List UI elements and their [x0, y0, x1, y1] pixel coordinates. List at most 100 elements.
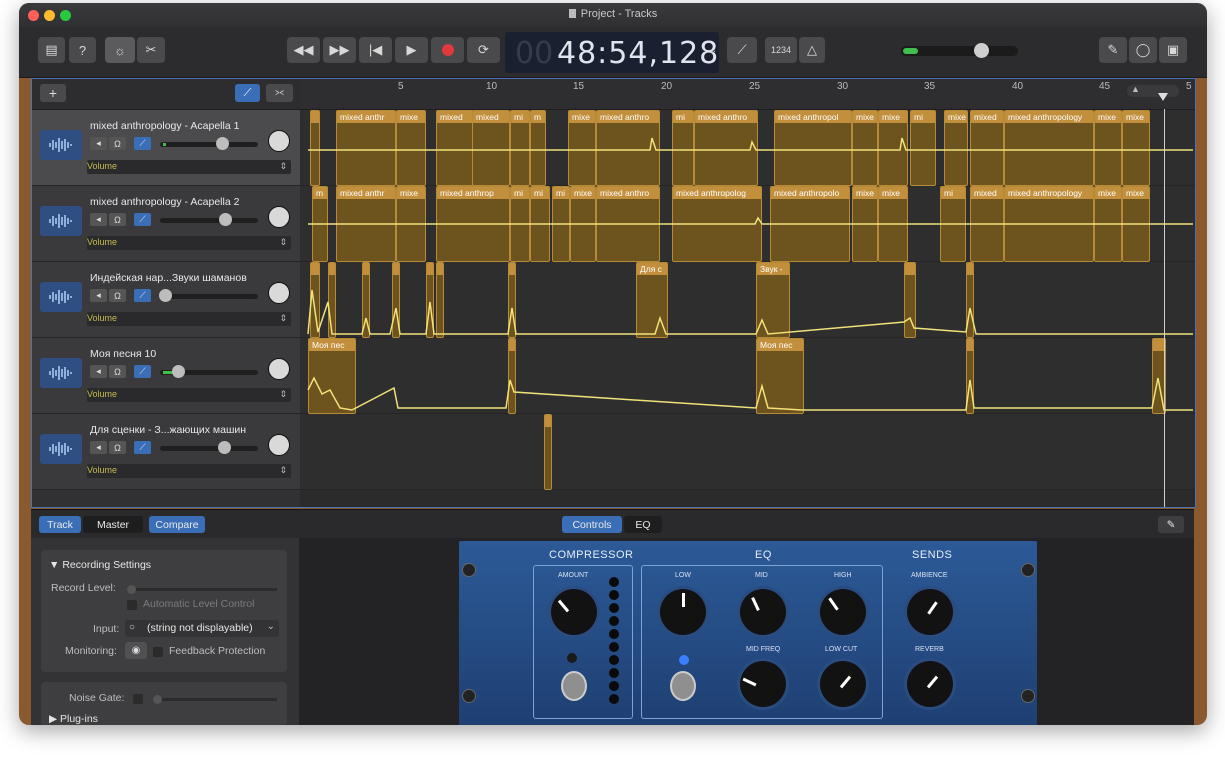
- volume-knob[interactable]: [159, 289, 172, 302]
- lcd-display[interactable]: 00 48:54,128: [505, 32, 719, 73]
- track-volume-slider[interactable]: [160, 213, 258, 226]
- metronome-button[interactable]: △: [799, 37, 825, 63]
- track-header-5[interactable]: Для сценки - З...жающих машин ◂ Ω ⟋ Volu…: [32, 414, 300, 490]
- smart-controls-button[interactable]: ☼: [105, 37, 135, 63]
- mute-button[interactable]: ◂: [90, 137, 107, 150]
- flex-button[interactable]: ⪥: [266, 84, 293, 102]
- automation-button[interactable]: ⟋: [134, 137, 151, 150]
- pan-knob[interactable]: [268, 358, 290, 380]
- monitoring-button[interactable]: ◉: [125, 642, 147, 659]
- solo-button[interactable]: Ω: [109, 289, 126, 302]
- master-volume-slider[interactable]: [901, 43, 1018, 58]
- mute-button[interactable]: ◂: [90, 213, 107, 226]
- track-name[interactable]: mixed anthropology - Acapella 1: [90, 120, 239, 132]
- automation-parameter-select[interactable]: Volume ⇕: [87, 388, 291, 402]
- auto-level-checkbox[interactable]: [127, 600, 137, 610]
- record-level-slider[interactable]: [127, 585, 277, 594]
- low-knob[interactable]: [660, 589, 706, 635]
- volume-knob[interactable]: [216, 137, 229, 150]
- editors-button[interactable]: ✂: [137, 37, 165, 63]
- solo-button[interactable]: Ω: [109, 441, 126, 454]
- recording-settings-header[interactable]: ▼ Recording Settings: [49, 559, 151, 571]
- timeline-ruler[interactable]: 5 10 15 20 25 30 35 40 45 5 ▲: [300, 79, 1195, 110]
- fast-forward-button[interactable]: ▶▶: [323, 37, 356, 63]
- track-name[interactable]: mixed anthropology - Acapella 2: [90, 196, 239, 208]
- tab-eq[interactable]: EQ: [624, 516, 662, 533]
- lane-2[interactable]: m mixed anthr mixe mixed anthrop mi mi m…: [300, 186, 1195, 262]
- reverb-knob[interactable]: [907, 661, 953, 707]
- tab-master[interactable]: Master: [83, 516, 143, 533]
- track-name[interactable]: Моя песня 10: [90, 348, 156, 360]
- mute-button[interactable]: ◂: [90, 289, 107, 302]
- pan-knob[interactable]: [268, 130, 290, 152]
- ambience-knob[interactable]: [907, 589, 953, 635]
- automation-curve[interactable]: [300, 338, 1193, 413]
- library-button[interactable]: ▤: [38, 37, 65, 63]
- automation-curve[interactable]: [300, 110, 1193, 185]
- quick-help-button[interactable]: ?: [69, 37, 96, 63]
- track-volume-slider[interactable]: [160, 137, 258, 150]
- mid-freq-knob[interactable]: [740, 661, 786, 707]
- tuner-button[interactable]: ⟋: [727, 37, 757, 63]
- track-header-2[interactable]: mixed anthropology - Acapella 2 ◂ Ω ⟋ Vo…: [32, 186, 300, 262]
- track-volume-slider[interactable]: [160, 365, 258, 378]
- mute-button[interactable]: ◂: [90, 441, 107, 454]
- track-header-1[interactable]: mixed anthropology - Acapella 1 ◂ Ω ⟋ Vo…: [32, 110, 300, 186]
- noise-gate-knob[interactable]: [153, 695, 162, 704]
- automation-button[interactable]: ⟋: [134, 213, 151, 226]
- compare-button[interactable]: Compare: [149, 516, 205, 533]
- low-cut-knob[interactable]: [820, 661, 866, 707]
- automation-curve[interactable]: [300, 262, 1193, 337]
- automation-toggle-button[interactable]: ⟋: [235, 84, 260, 102]
- cycle-button[interactable]: ⟳: [467, 37, 500, 63]
- automation-parameter-select[interactable]: Volume ⇕: [87, 464, 291, 478]
- pan-knob[interactable]: [268, 434, 290, 456]
- solo-button[interactable]: Ω: [109, 365, 126, 378]
- solo-button[interactable]: Ω: [109, 137, 126, 150]
- playhead-handle[interactable]: [1158, 93, 1168, 101]
- lane-1[interactable]: mixed anthr mixe mixed mixed mi m mixe m…: [300, 110, 1195, 186]
- feedback-protection-checkbox[interactable]: [153, 647, 163, 657]
- track-header-4[interactable]: Моя песня 10 ◂ Ω ⟋ Volume ⇕: [32, 338, 300, 414]
- lcd-chevron-icon[interactable]: ⌄: [709, 45, 717, 56]
- amount-knob[interactable]: [551, 589, 597, 635]
- noise-gate-slider[interactable]: [153, 695, 277, 704]
- noise-gate-checkbox[interactable]: [133, 694, 143, 704]
- mute-button[interactable]: ◂: [90, 365, 107, 378]
- mid-knob[interactable]: [740, 589, 786, 635]
- tab-controls[interactable]: Controls: [562, 516, 622, 533]
- loop-browser-button[interactable]: ◯: [1129, 37, 1157, 63]
- zoom-slider[interactable]: ▲: [1127, 84, 1179, 97]
- automation-button[interactable]: ⟋: [134, 441, 151, 454]
- record-button[interactable]: [431, 37, 464, 63]
- eq-toggle-switch[interactable]: [670, 671, 696, 701]
- plugins-header[interactable]: ▶ Plug-ins: [49, 713, 98, 725]
- compressor-toggle-switch[interactable]: [561, 671, 587, 701]
- automation-button[interactable]: ⟋: [134, 289, 151, 302]
- track-header-3[interactable]: Индейская нар...Звуки шаманов ◂ Ω ⟋ Volu…: [32, 262, 300, 338]
- solo-button[interactable]: Ω: [109, 213, 126, 226]
- lane-4[interactable]: Моя пес Моя пес: [300, 338, 1195, 414]
- media-browser-button[interactable]: ▣: [1159, 37, 1187, 63]
- volume-knob[interactable]: [219, 213, 232, 226]
- track-volume-slider[interactable]: [160, 441, 258, 454]
- high-knob[interactable]: [820, 589, 866, 635]
- rewind-button[interactable]: ◀◀: [287, 37, 320, 63]
- audio-region[interactable]: [544, 414, 552, 490]
- track-volume-slider[interactable]: [159, 289, 258, 302]
- automation-parameter-select[interactable]: Volume ⇕: [87, 160, 291, 174]
- play-button[interactable]: ▶: [395, 37, 428, 63]
- volume-knob[interactable]: [172, 365, 185, 378]
- pan-knob[interactable]: [268, 206, 290, 228]
- count-in-button[interactable]: 1234: [765, 37, 797, 63]
- automation-curve[interactable]: [300, 186, 1193, 261]
- go-to-start-button[interactable]: |◀: [359, 37, 392, 63]
- pan-knob[interactable]: [268, 282, 290, 304]
- inspector-edit-button[interactable]: ✎: [1158, 516, 1184, 533]
- lane-3[interactable]: Для с Звук -: [300, 262, 1195, 338]
- lane-5[interactable]: [300, 414, 1195, 490]
- automation-button[interactable]: ⟋: [134, 365, 151, 378]
- record-level-knob[interactable]: [127, 585, 136, 594]
- automation-parameter-select[interactable]: Volume ⇕: [87, 312, 291, 326]
- track-name[interactable]: Для сценки - З...жающих машин: [90, 424, 246, 436]
